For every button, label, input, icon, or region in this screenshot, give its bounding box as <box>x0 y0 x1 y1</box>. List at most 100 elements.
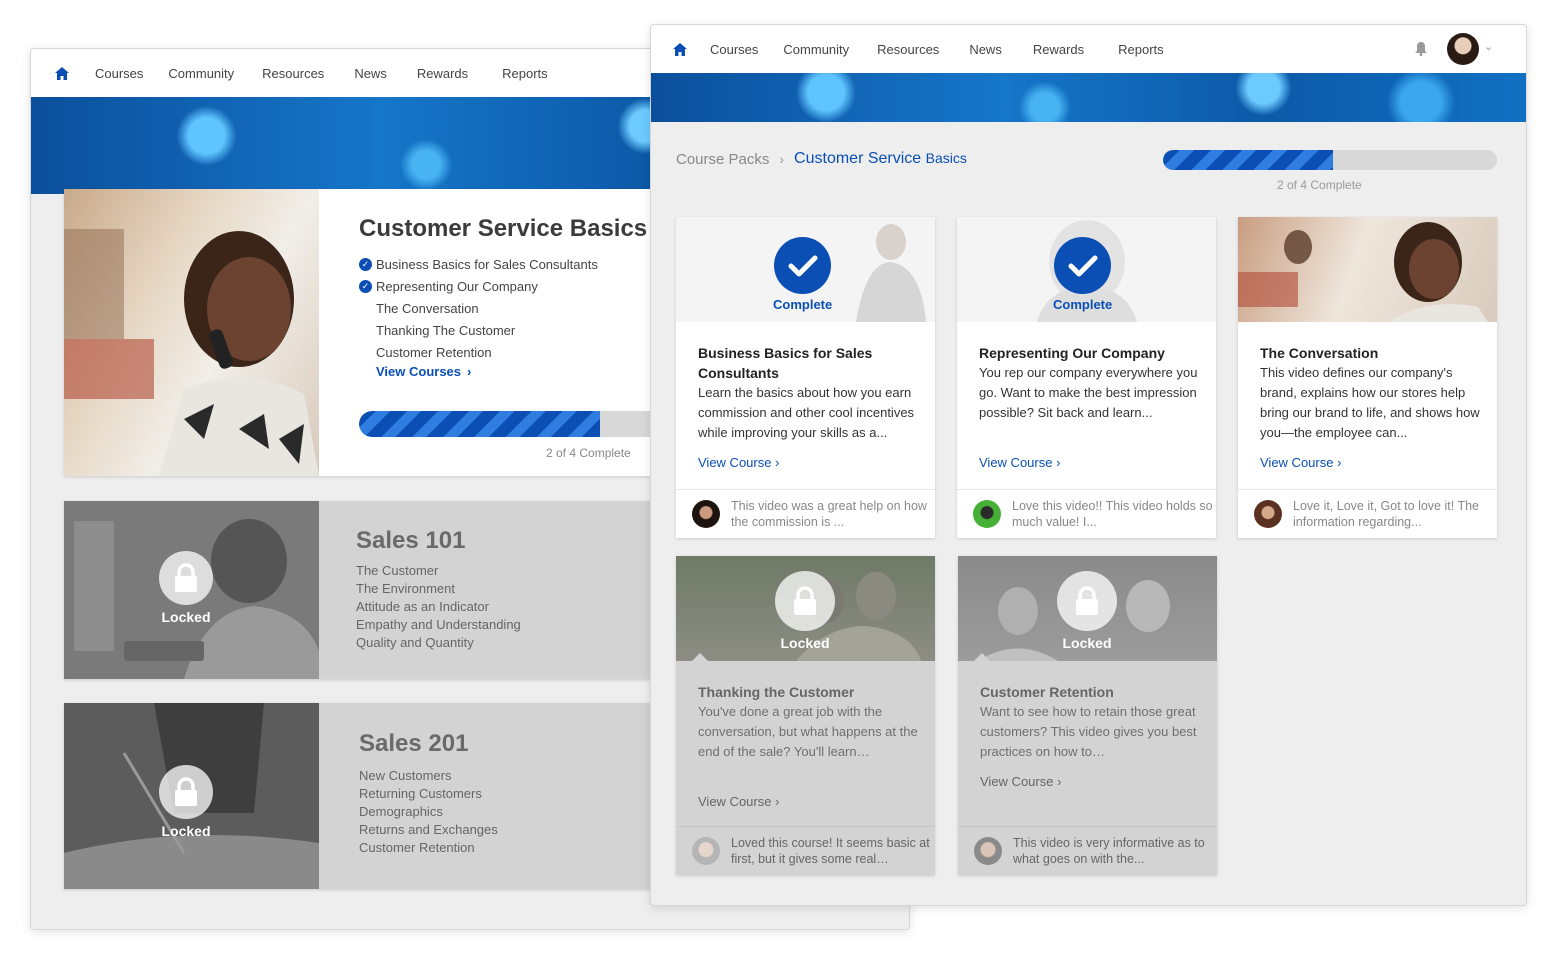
home-icon[interactable] <box>673 42 687 56</box>
list-item: ✓ Business Basics for Sales Consultants <box>359 253 647 275</box>
complete-badge: Complete <box>773 237 832 312</box>
avatar <box>974 837 1002 865</box>
comment-text: Love this video!! This video holds so mu… <box>1012 499 1213 529</box>
nav-courses[interactable]: Courses <box>95 66 143 81</box>
nav-courses[interactable]: Courses <box>710 42 758 57</box>
comment-text: Love it, Love it, Got to love it! The in… <box>1293 499 1479 529</box>
list-item: Customer Retention <box>376 344 492 360</box>
nav-reports[interactable]: Reports <box>502 66 548 81</box>
course-card-locked[interactable]: Locked Thanking the Customer You've done… <box>676 556 935 875</box>
pack-title: Sales 101 <box>356 527 466 554</box>
front-window: Courses Community Resources News Rewards… <box>650 24 1527 906</box>
nav-rewards[interactable]: Rewards <box>1033 42 1084 57</box>
course-description: You rep our company everywhere you go. W… <box>979 365 1198 420</box>
avatar <box>692 500 720 528</box>
list-item: The Conversation <box>376 300 479 316</box>
list-item: Thanking The Customer <box>376 322 516 338</box>
list-item: The Customer <box>356 563 439 578</box>
avatar <box>1254 500 1282 528</box>
home-icon[interactable] <box>55 66 69 80</box>
course-card[interactable]: Complete Business Basics for Sales Consu… <box>676 217 935 538</box>
nav-community[interactable]: Community <box>783 42 849 57</box>
comment-preview[interactable]: This video is very informative as to wha… <box>958 826 1217 875</box>
list-item: ✓ Representing Our Company <box>359 275 647 297</box>
progress-text: 2 of 4 Complete <box>546 446 631 460</box>
chevron-right-icon: › <box>1337 455 1342 470</box>
complete-badge: Complete <box>1053 237 1112 312</box>
caret <box>692 653 708 661</box>
breadcrumb-current: Customer Service Basics <box>794 150 967 167</box>
nav-community[interactable]: Community <box>168 66 234 81</box>
pack-course-list: ✓ Business Basics for Sales Consultants ✓… <box>359 253 647 363</box>
nav-news[interactable]: News <box>969 42 1002 57</box>
course-card[interactable]: The Conversation This video defines our … <box>1238 217 1497 538</box>
pack-title: Customer Service Basics <box>359 215 648 242</box>
avatar[interactable] <box>1447 33 1479 65</box>
chevron-right-icon: › <box>775 455 780 470</box>
chevron-right-icon: › <box>1057 774 1062 789</box>
course-description: This video defines our company's brand, … <box>1260 365 1480 440</box>
chevron-right-icon: › <box>467 364 472 379</box>
comment-preview[interactable]: Love this video!! This video holds so mu… <box>957 489 1216 538</box>
avatar <box>973 500 1001 528</box>
nav-resources[interactable]: Resources <box>877 42 939 57</box>
course-title: Business Basics for Sales Consultants <box>698 345 873 381</box>
lock-icon <box>159 765 213 819</box>
pack-photo <box>64 189 319 476</box>
list-item: Attitude as an Indicator <box>356 599 489 614</box>
list-item: Returns and Exchanges <box>359 822 498 837</box>
lock-icon <box>159 551 213 605</box>
pack-title: Sales 201 <box>359 730 469 757</box>
progress-fill <box>1163 150 1334 170</box>
avatar <box>692 837 720 865</box>
chevron-right-icon: › <box>779 151 785 167</box>
view-course-link[interactable]: View Course › <box>1260 455 1341 470</box>
comment-preview[interactable]: This video was a great help on how the c… <box>676 489 935 538</box>
comment-preview[interactable]: Love it, Love it, Got to love it! The in… <box>1238 489 1497 538</box>
header-banner <box>651 73 1526 122</box>
lock-icon <box>775 571 835 631</box>
nav-resources[interactable]: Resources <box>262 66 324 81</box>
pack-course-list: The Customer The Environment Attitude as… <box>356 563 521 653</box>
progress-fill <box>359 411 600 437</box>
course-title: Customer Retention <box>980 684 1114 700</box>
list-item: Demographics <box>359 804 443 819</box>
chevron-down-icon[interactable]: ⌄ <box>1484 40 1493 53</box>
view-courses-link[interactable]: View Courses › <box>376 364 471 379</box>
locked-badge: Locked <box>159 765 213 839</box>
course-description: Want to see how to retain those great cu… <box>980 704 1197 759</box>
comment-text: This video is very informative as to wha… <box>1013 836 1205 866</box>
locked-badge: Locked <box>1057 571 1117 651</box>
view-course-link[interactable]: View Course › <box>979 455 1060 470</box>
view-course-link[interactable]: View Course › <box>698 794 779 809</box>
check-icon: ✓ <box>359 279 372 293</box>
view-course-link[interactable]: View Course › <box>698 455 779 470</box>
list-item: Returning Customers <box>359 786 482 801</box>
breadcrumb: Course Packs › Customer Service Basics <box>676 150 967 168</box>
chevron-right-icon: › <box>775 794 780 809</box>
locked-badge: Locked <box>775 571 835 651</box>
check-icon: ✓ <box>359 257 372 271</box>
course-title: The Conversation <box>1260 345 1379 361</box>
breadcrumb-course-packs[interactable]: Course Packs <box>676 151 769 168</box>
course-card-locked[interactable]: Locked Customer Retention Want to see ho… <box>958 556 1217 875</box>
progress-text: 2 of 4 Complete <box>1277 178 1362 192</box>
comment-text: This video was a great help on how the c… <box>731 499 927 529</box>
list-item: Quality and Quantity <box>356 635 474 650</box>
course-thumbnail <box>1238 217 1497 322</box>
caret <box>974 653 990 661</box>
list-item: New Customers <box>359 768 452 783</box>
pack-course-list: New Customers Returning Customers Demogr… <box>359 768 498 858</box>
course-title: Thanking the Customer <box>698 684 855 700</box>
view-course-link[interactable]: View Course › <box>980 774 1061 789</box>
comment-preview[interactable]: Loved this course! It seems basic at fir… <box>676 826 935 875</box>
comment-text: Loved this course! It seems basic at fir… <box>731 836 930 866</box>
list-item: Empathy and Understanding <box>356 617 521 632</box>
bell-icon[interactable] <box>1414 41 1428 61</box>
course-card[interactable]: Complete Representing Our Company You re… <box>957 217 1216 538</box>
nav-reports[interactable]: Reports <box>1118 42 1164 57</box>
list-item: Customer Retention <box>359 840 475 855</box>
nav-news[interactable]: News <box>354 66 387 81</box>
locked-badge: Locked <box>159 551 213 625</box>
nav-rewards[interactable]: Rewards <box>417 66 468 81</box>
